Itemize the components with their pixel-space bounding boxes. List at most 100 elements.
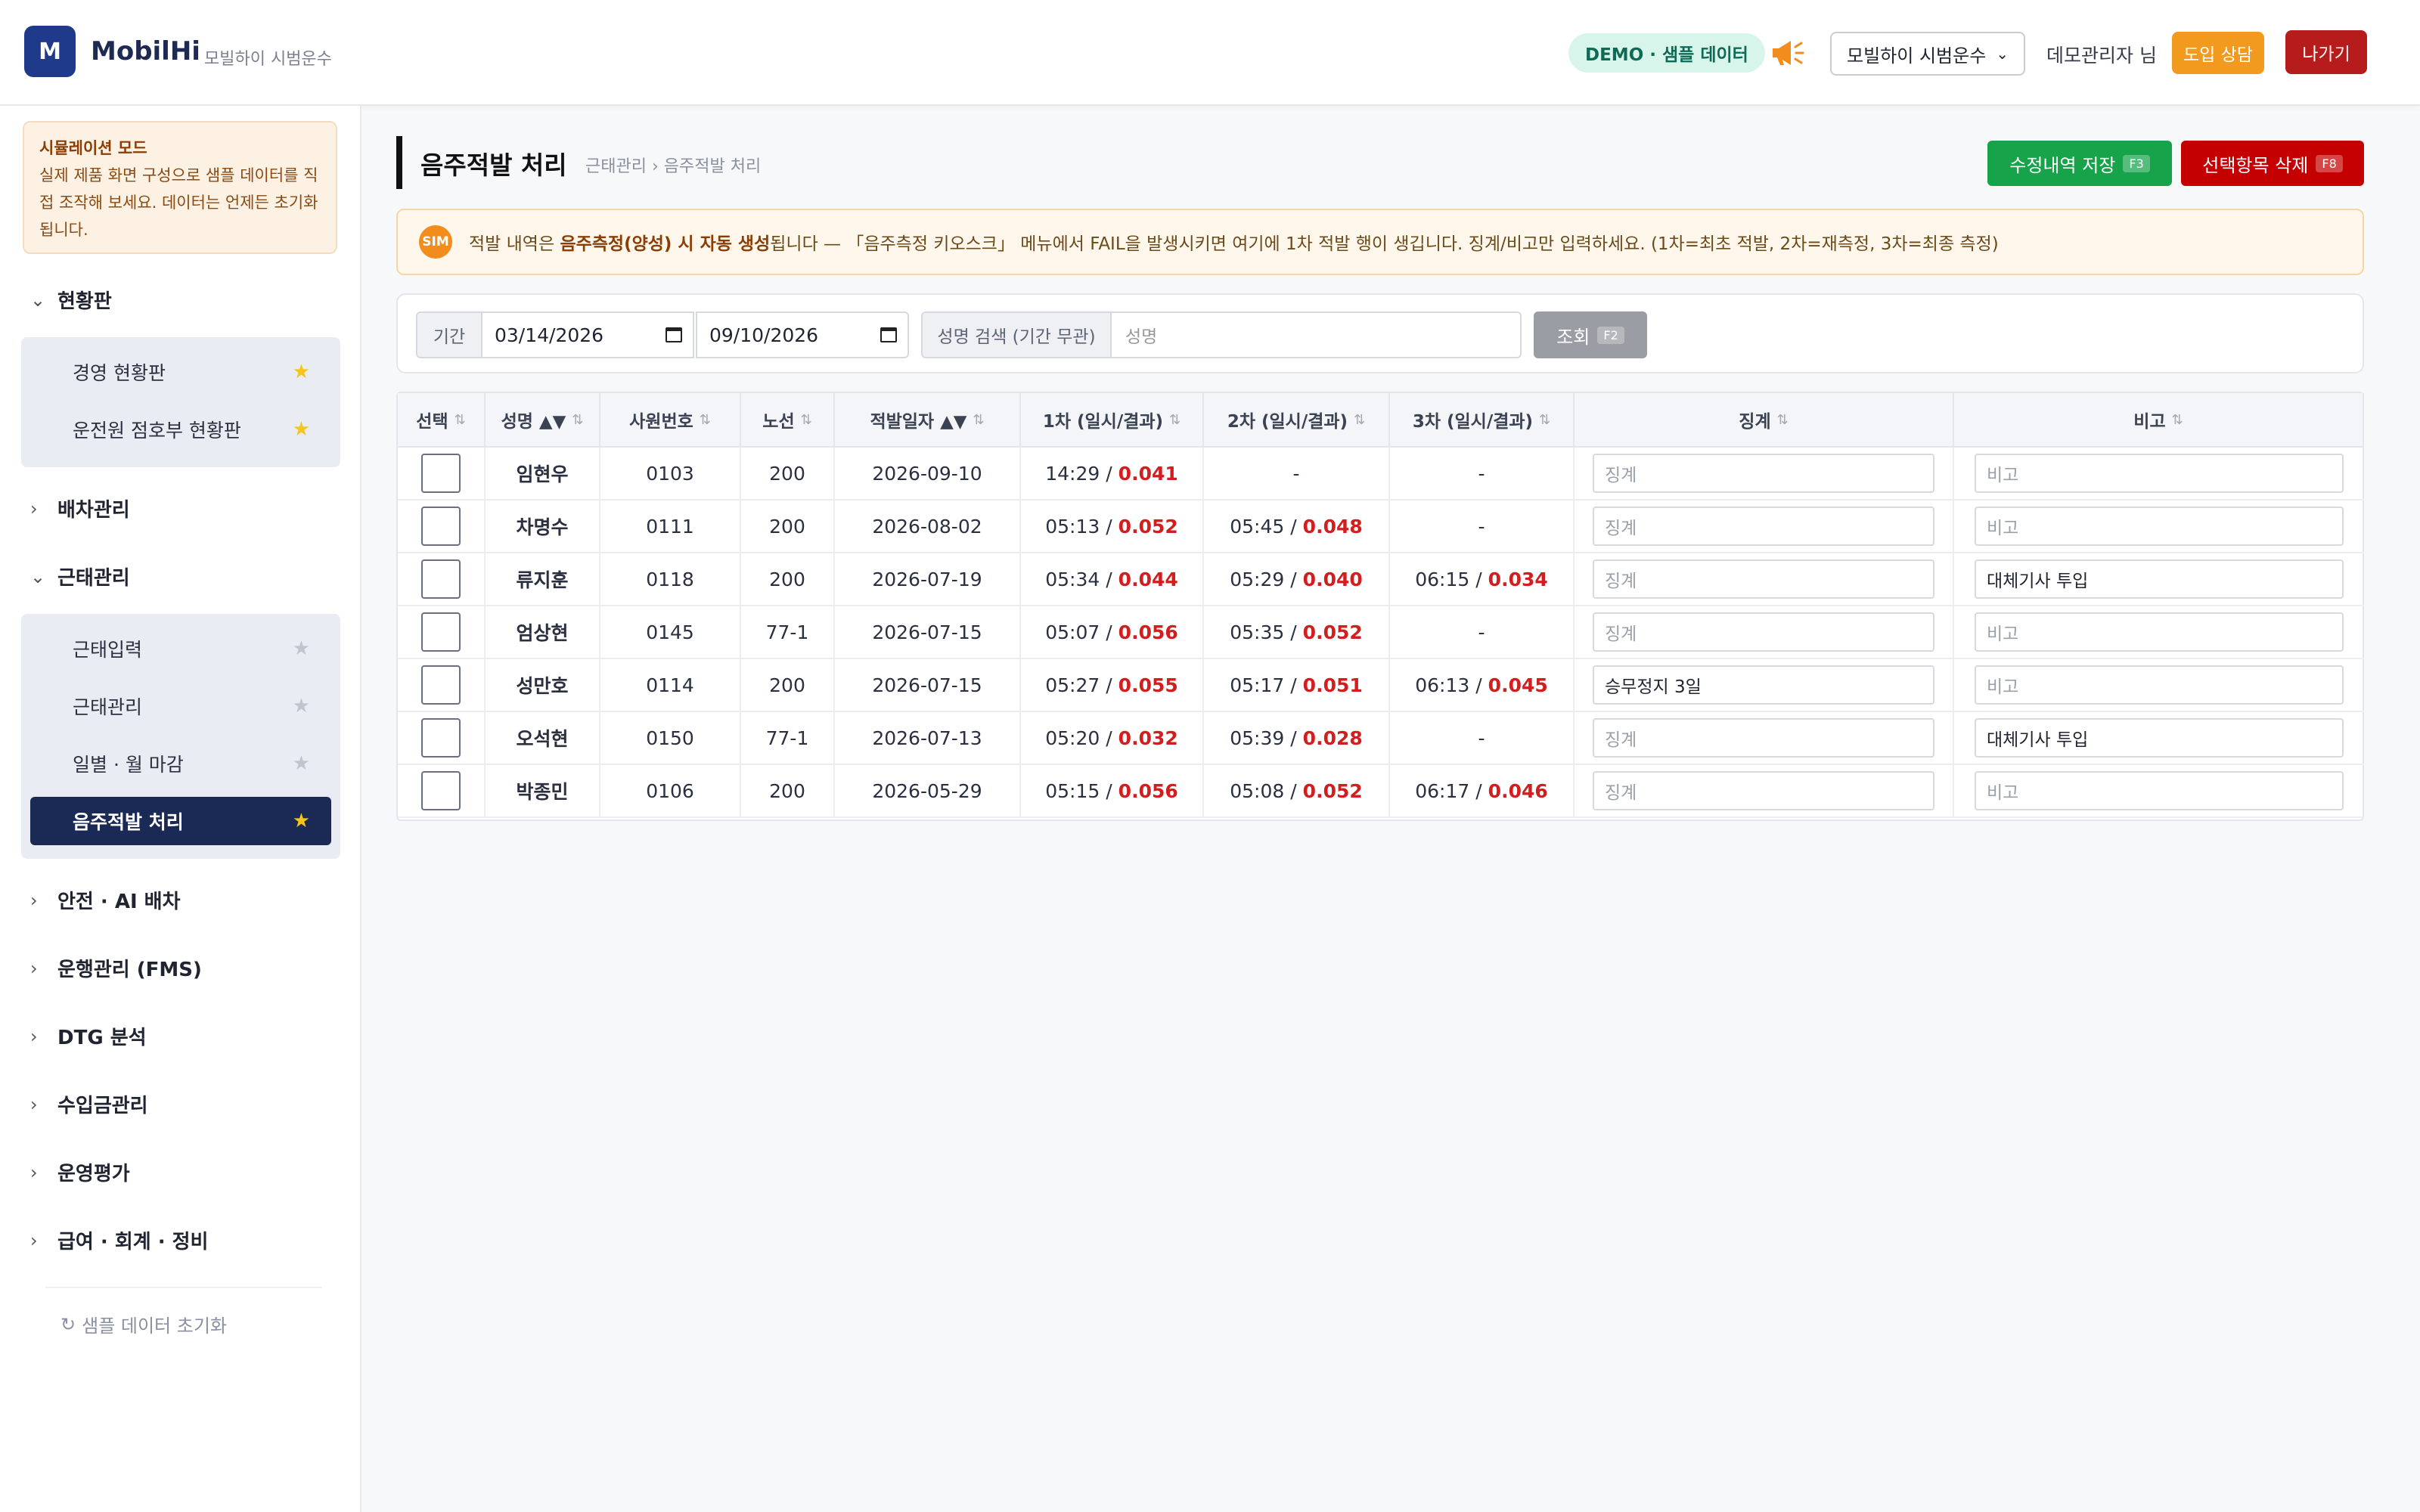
star-icon[interactable]: ★ bbox=[293, 810, 310, 832]
column-header-select[interactable]: 선택 ⇅ bbox=[398, 393, 486, 448]
sort-icon[interactable]: ⇅ bbox=[1539, 412, 1550, 428]
second-test-time: 05:45 / bbox=[1230, 515, 1297, 538]
column-header-discipline[interactable]: 징계 ⇅ bbox=[1575, 393, 1954, 448]
calendar-icon[interactable] bbox=[880, 327, 897, 342]
column-header-name[interactable]: 성명 ▲▼ ⇅ bbox=[486, 393, 600, 448]
name-search-input[interactable]: 성명 bbox=[1110, 311, 1522, 358]
star-icon[interactable]: ★ bbox=[293, 752, 310, 775]
discipline-input[interactable]: 징계 bbox=[1593, 454, 1934, 493]
remark-input[interactable]: 비고 bbox=[1975, 507, 2344, 546]
nav-group-payroll[interactable]: › 급여 · 회계 · 정비 bbox=[30, 1226, 208, 1254]
nav-group-attendance[interactable]: ⌄ 근태관리 bbox=[30, 562, 130, 590]
column-header-route[interactable]: 노선 ⇅ bbox=[741, 393, 835, 448]
calendar-icon[interactable] bbox=[666, 327, 682, 342]
column-header-third-test[interactable]: 3차 (일시/결과) ⇅ bbox=[1390, 393, 1575, 448]
sort-icon[interactable]: ⇅ bbox=[801, 412, 812, 428]
reset-sample-data-link[interactable]: ↻ 샘플 데이터 초기화 bbox=[60, 1311, 227, 1337]
column-header-remark[interactable]: 비고 ⇅ bbox=[1954, 393, 2364, 448]
discipline-input[interactable]: 징계 bbox=[1593, 771, 1934, 810]
star-icon[interactable]: ★ bbox=[293, 361, 310, 383]
remark-cell: 비고 bbox=[1954, 659, 2364, 712]
detection-date: 2026-07-13 bbox=[872, 727, 982, 749]
discipline-input[interactable]: 승무정지 3일 bbox=[1593, 665, 1934, 705]
sidebar-item-label: 음주적발 처리 bbox=[73, 811, 184, 833]
sidebar-item-drunk-driving[interactable]: 음주적발 처리 ★ bbox=[30, 797, 331, 845]
sort-icon[interactable]: ⇅ bbox=[1354, 412, 1365, 428]
delete-selected-button[interactable]: 선택항목 삭제 F8 bbox=[2181, 141, 2364, 186]
nav-group-safety[interactable]: › 안전 · AI 배차 bbox=[30, 886, 181, 914]
detection-date: 2026-07-15 bbox=[872, 621, 982, 643]
sidebar-item-attendance-manage[interactable]: 근태관리 ★ bbox=[30, 682, 331, 730]
row-checkbox[interactable] bbox=[421, 665, 461, 705]
nav-group-label: 근태관리 bbox=[57, 567, 130, 590]
consult-button[interactable]: 도입 상담 bbox=[2172, 32, 2264, 74]
third-test-cell: - bbox=[1390, 500, 1575, 553]
third-test-time: - bbox=[1478, 621, 1485, 643]
sidebar-item-attendance-input[interactable]: 근태입력 ★ bbox=[30, 624, 331, 673]
column-header-first-test[interactable]: 1차 (일시/결과) ⇅ bbox=[1021, 393, 1204, 448]
nav-group-evaluation[interactable]: › 운영평가 bbox=[30, 1158, 130, 1186]
discipline-input[interactable]: 징계 bbox=[1593, 612, 1934, 652]
exit-button[interactable]: 나가기 bbox=[2285, 30, 2367, 74]
megaphone-icon[interactable] bbox=[1770, 38, 1806, 68]
discipline-input[interactable]: 징계 bbox=[1593, 718, 1934, 758]
sort-icon[interactable]: ⇅ bbox=[572, 412, 583, 428]
shortcut-key: F3 bbox=[2123, 154, 2150, 172]
column-header-label: 징계 bbox=[1739, 412, 1771, 432]
remark-input[interactable]: 비고 bbox=[1975, 771, 2344, 810]
employee-no-cell: 0114 bbox=[600, 659, 741, 712]
sort-icon[interactable]: ⇅ bbox=[455, 412, 466, 428]
sort-icon[interactable]: ⇅ bbox=[1169, 412, 1181, 428]
column-header-detection-date[interactable]: 적발일자 ▲▼ ⇅ bbox=[835, 393, 1021, 448]
discipline-input[interactable]: 징계 bbox=[1593, 559, 1934, 599]
star-icon[interactable]: ★ bbox=[293, 418, 310, 441]
first-test-cell: 14:29 / 0.041 bbox=[1021, 448, 1204, 500]
remark-input[interactable]: 비고 bbox=[1975, 612, 2344, 652]
save-changes-button[interactable]: 수정내역 저장 F3 bbox=[1987, 141, 2172, 186]
search-button[interactable]: 조회 F2 bbox=[1534, 311, 1647, 358]
star-icon[interactable]: ★ bbox=[293, 637, 310, 660]
third-test-cell: - bbox=[1390, 448, 1575, 500]
discipline-cell: 징계 bbox=[1575, 500, 1954, 553]
third-test-result: 0.034 bbox=[1488, 568, 1548, 590]
select-cell bbox=[398, 500, 486, 553]
sidebar-item-business-dashboard[interactable]: 경영 현황판 ★ bbox=[30, 348, 331, 396]
name-cell: 오석현 bbox=[486, 712, 600, 765]
sort-icon[interactable]: ⇅ bbox=[700, 412, 711, 428]
star-icon[interactable]: ★ bbox=[293, 695, 310, 717]
company-select[interactable]: 모빌하이 시범운수 ⌄ bbox=[1830, 32, 2025, 76]
sidebar-item-driver-rollcall-dashboard[interactable]: 운전원 점호부 현황판 ★ bbox=[30, 405, 331, 454]
nav-group-label: 수입금관리 bbox=[57, 1095, 148, 1117]
sort-icon[interactable]: ⇅ bbox=[2172, 412, 2183, 428]
sort-icon[interactable]: ⇅ bbox=[973, 412, 984, 428]
row-checkbox[interactable] bbox=[421, 559, 461, 599]
remark-input[interactable]: 대체기사 투입 bbox=[1975, 559, 2344, 599]
column-header-employee-no[interactable]: 사원번호 ⇅ bbox=[600, 393, 741, 448]
remark-cell: 비고 bbox=[1954, 448, 2364, 500]
row-checkbox[interactable] bbox=[421, 718, 461, 758]
row-checkbox[interactable] bbox=[421, 612, 461, 652]
chevron-down-icon: ⌄ bbox=[30, 289, 46, 311]
sort-icon[interactable]: ⇅ bbox=[1777, 412, 1789, 428]
nav-group-dispatch[interactable]: › 배차관리 bbox=[30, 494, 130, 522]
remark-input[interactable]: 비고 bbox=[1975, 454, 2344, 493]
sidebar-item-daily-monthly-close[interactable]: 일별 · 월 마감 ★ bbox=[30, 739, 331, 788]
row-checkbox[interactable] bbox=[421, 507, 461, 546]
remark-input[interactable]: 대체기사 투입 bbox=[1975, 718, 2344, 758]
remark-input[interactable]: 비고 bbox=[1975, 665, 2344, 705]
nav-group-fms[interactable]: › 운행관리 (FMS) bbox=[30, 954, 202, 982]
nav-group-dtg[interactable]: › DTG 분석 bbox=[30, 1022, 147, 1050]
discipline-input[interactable]: 징계 bbox=[1593, 507, 1934, 546]
date-from-input[interactable]: 03/14/2026 bbox=[481, 311, 694, 358]
row-checkbox[interactable] bbox=[421, 454, 461, 493]
nav-group-revenue[interactable]: › 수입금관리 bbox=[30, 1090, 148, 1118]
nav-group-dashboard[interactable]: ⌄ 현황판 bbox=[30, 286, 112, 314]
employee-no: 0106 bbox=[646, 779, 694, 802]
chevron-down-icon: ⌄ bbox=[30, 565, 46, 587]
nav-group-label: 안전 · AI 배차 bbox=[57, 891, 181, 913]
column-header-second-test[interactable]: 2차 (일시/결과) ⇅ bbox=[1204, 393, 1390, 448]
row-checkbox[interactable] bbox=[421, 771, 461, 810]
column-header-label: 비고 bbox=[2133, 412, 2166, 432]
third-test-cell: 06:13 / 0.045 bbox=[1390, 659, 1575, 712]
date-to-input[interactable]: 09/10/2026 bbox=[696, 311, 909, 358]
